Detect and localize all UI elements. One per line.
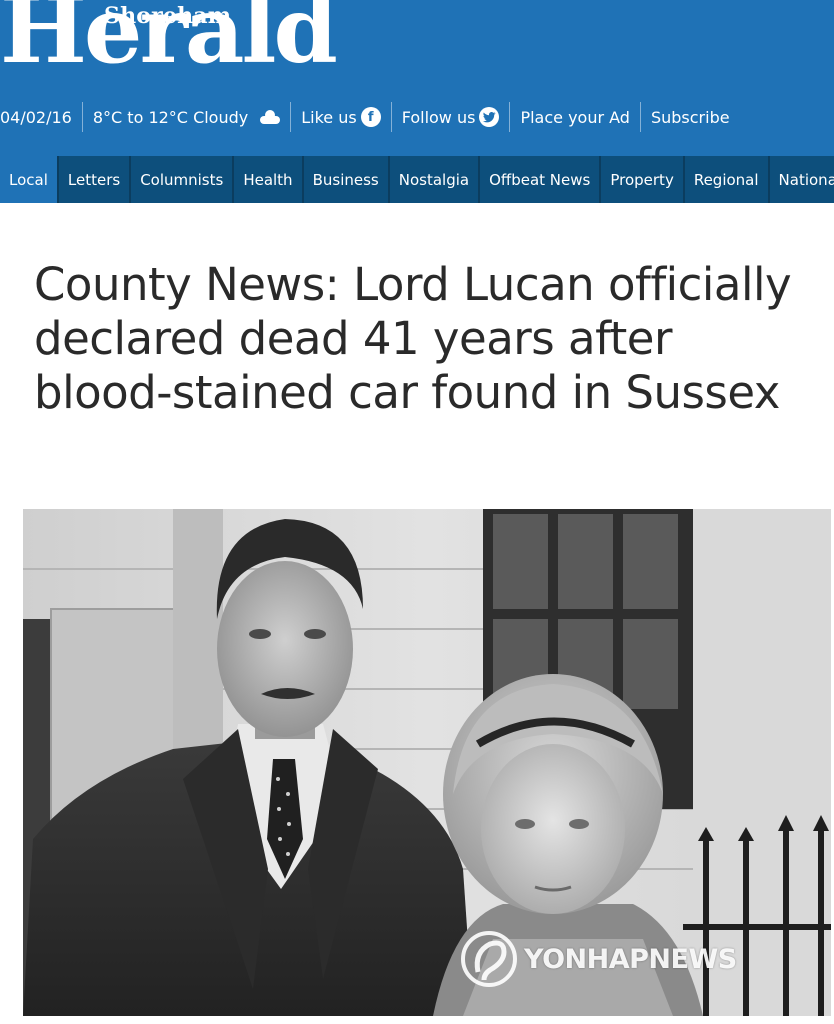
nav-item-national[interactable]: National: [770, 156, 834, 203]
watermark-text: YONHAPNEWS: [524, 943, 737, 975]
date-text: 04/02/16: [0, 107, 72, 127]
site-header: Shoreham Herald 04/02/16 8°C to 12°C Clo…: [0, 0, 834, 156]
nav-item-health[interactable]: Health: [234, 156, 304, 203]
nav-item-nostalgia[interactable]: Nostalgia: [390, 156, 481, 203]
place-ad-link[interactable]: Place your Ad: [509, 102, 640, 132]
site-logo[interactable]: Shoreham Herald: [0, 0, 420, 96]
nav-item-letters[interactable]: Letters: [59, 156, 132, 203]
nav-item-local[interactable]: Local: [0, 156, 59, 203]
info-bar: 04/02/16 8°C to 12°C Cloudy Like us f Fo…: [0, 102, 740, 132]
follow-us-link[interactable]: Follow us: [390, 102, 510, 132]
follow-us-label: Follow us: [401, 107, 476, 127]
twitter-icon: [479, 107, 500, 127]
article-headline: County News: Lord Lucan officially decla…: [34, 258, 792, 419]
site-name-big: Herald: [0, 0, 338, 84]
weather-item: 8°C to 12°C Cloudy: [81, 102, 290, 132]
yonhap-logo-icon: [461, 931, 517, 987]
weather-text: 8°C to 12°C Cloudy: [92, 107, 249, 127]
main-nav: Local Letters Columnists Health Business…: [0, 156, 834, 203]
watermark: YONHAPNEWS: [460, 930, 737, 988]
subscribe-label: Subscribe: [650, 107, 730, 127]
nav-item-business[interactable]: Business: [304, 156, 390, 203]
like-us-link[interactable]: Like us f: [290, 102, 390, 132]
like-us-label: Like us: [301, 107, 357, 127]
nav-item-property[interactable]: Property: [601, 156, 685, 203]
nav-item-offbeat-news[interactable]: Offbeat News: [480, 156, 602, 203]
nav-item-columnists[interactable]: Columnists: [131, 156, 235, 203]
nav-item-regional[interactable]: Regional: [685, 156, 770, 203]
date-item: 04/02/16: [0, 102, 82, 132]
subscribe-link[interactable]: Subscribe: [639, 102, 740, 132]
facebook-icon: f: [360, 107, 381, 127]
cloud-icon: [258, 110, 281, 124]
place-ad-label: Place your Ad: [520, 107, 630, 127]
